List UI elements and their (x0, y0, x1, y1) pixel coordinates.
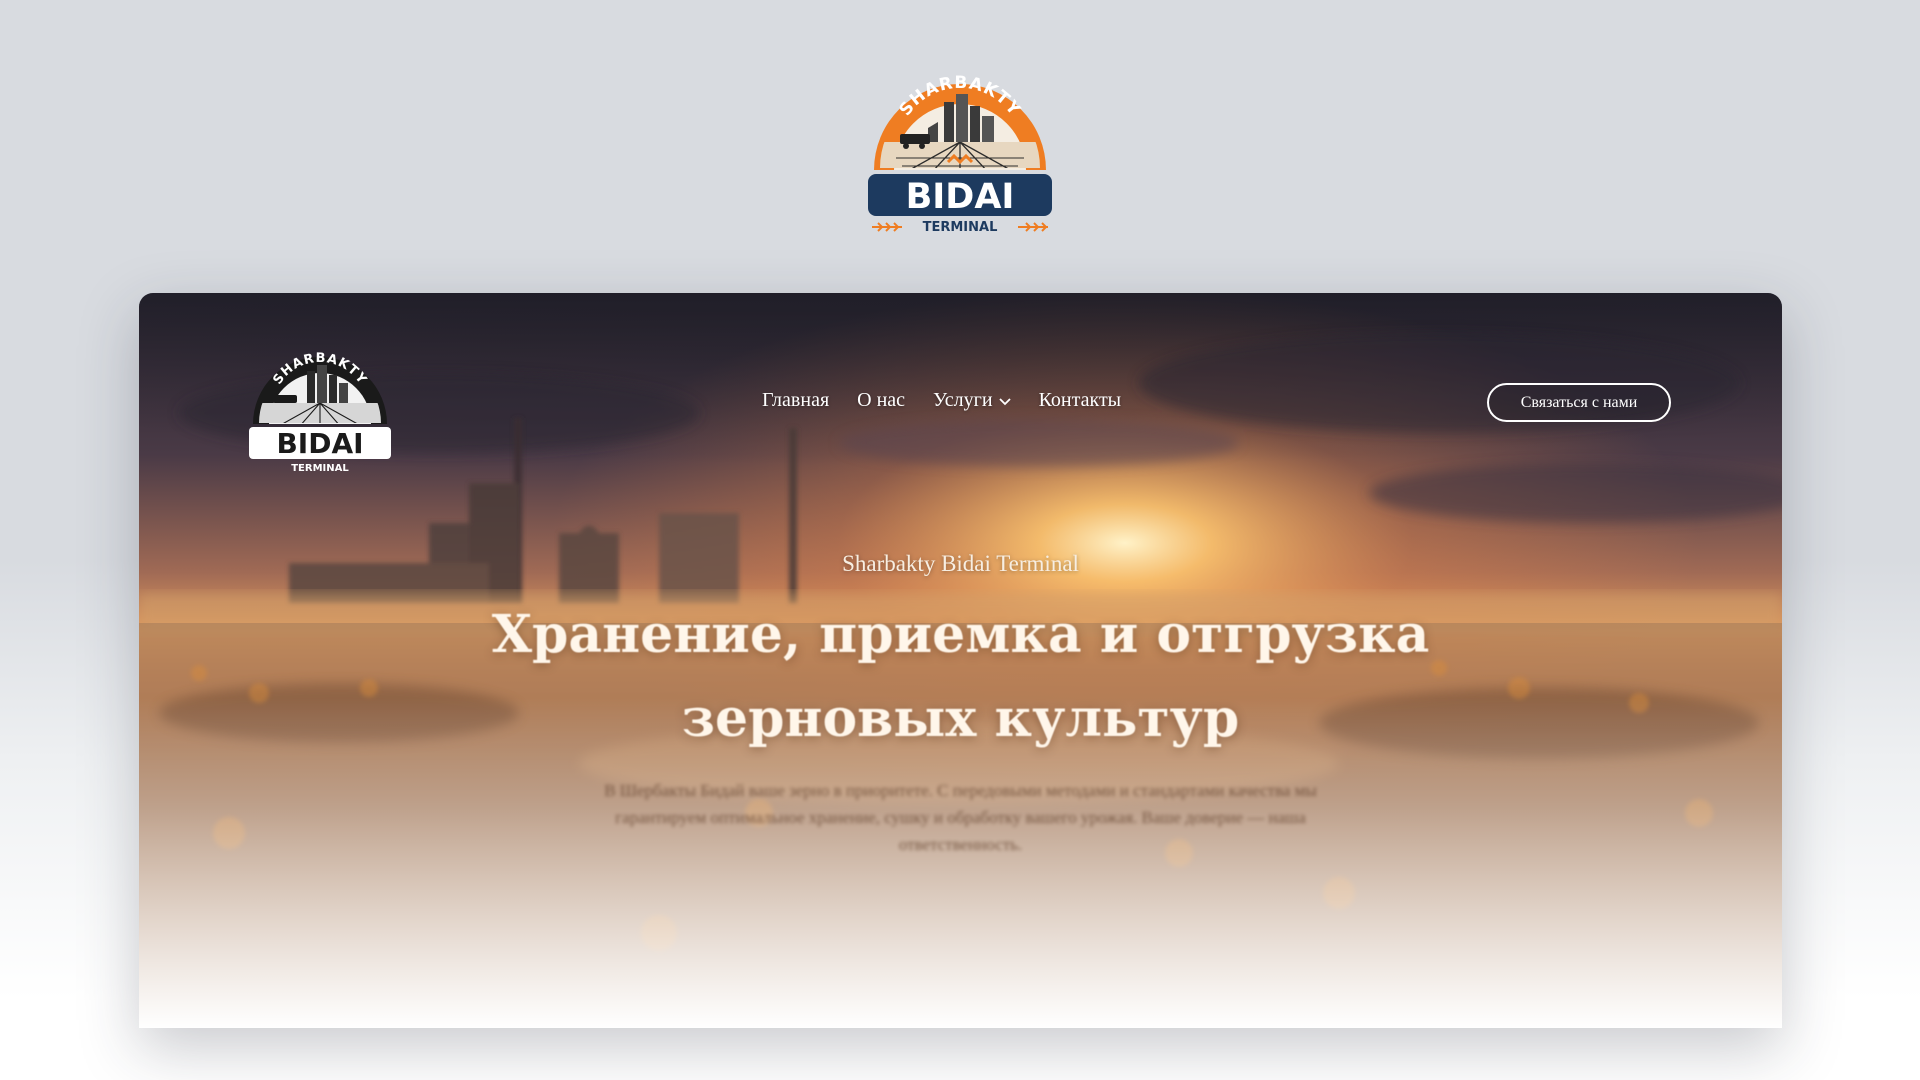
hero-title-line-2: зерновых культур (681, 688, 1240, 749)
nav-item-label: Контакты (1038, 389, 1122, 411)
nav-item-contacts[interactable]: Контакты (1039, 389, 1122, 412)
logo-main-text: BIDAI (906, 177, 1015, 217)
nav-item-label: О нас (857, 389, 906, 411)
hero-title-line-1: Хранение, приемка и отгрузка (491, 604, 1430, 665)
nav-item-home[interactable]: Главная (762, 389, 829, 412)
main-nav: Главная О нас Услуги Контакты (762, 389, 1149, 412)
hero-title: Хранение, приемка и отгрузка зерновых ку… (139, 593, 1782, 761)
nav-item-label: Услуги (933, 389, 993, 411)
nav-item-services[interactable]: Услуги (933, 389, 1011, 412)
logo-sub-text: TERMINAL (923, 220, 998, 235)
nav-logo-sub-text: TERMINAL (291, 463, 349, 474)
chevron-down-icon (998, 394, 1011, 410)
nav-item-label: Главная (762, 389, 830, 411)
nav-logo[interactable]: SHARBAKTY BIDAI TERMINAL (247, 331, 393, 474)
hero-subtitle: Sharbakty Bidai Terminal (842, 551, 1079, 576)
contact-us-button[interactable]: Связаться с нами (1487, 383, 1671, 422)
hero-section: SHARBAKTY BIDAI TERMINAL Главная О нас У… (139, 293, 1782, 1028)
nav-logo-main-text: BIDAI (276, 427, 363, 460)
brand-logo: SHARBAKTY BIDAI TERMINAL (866, 50, 1054, 235)
nav-item-about[interactable]: О нас (857, 389, 905, 412)
hero-description: В Шербакты Бидай ваше зерно в приоритете… (604, 781, 1317, 854)
